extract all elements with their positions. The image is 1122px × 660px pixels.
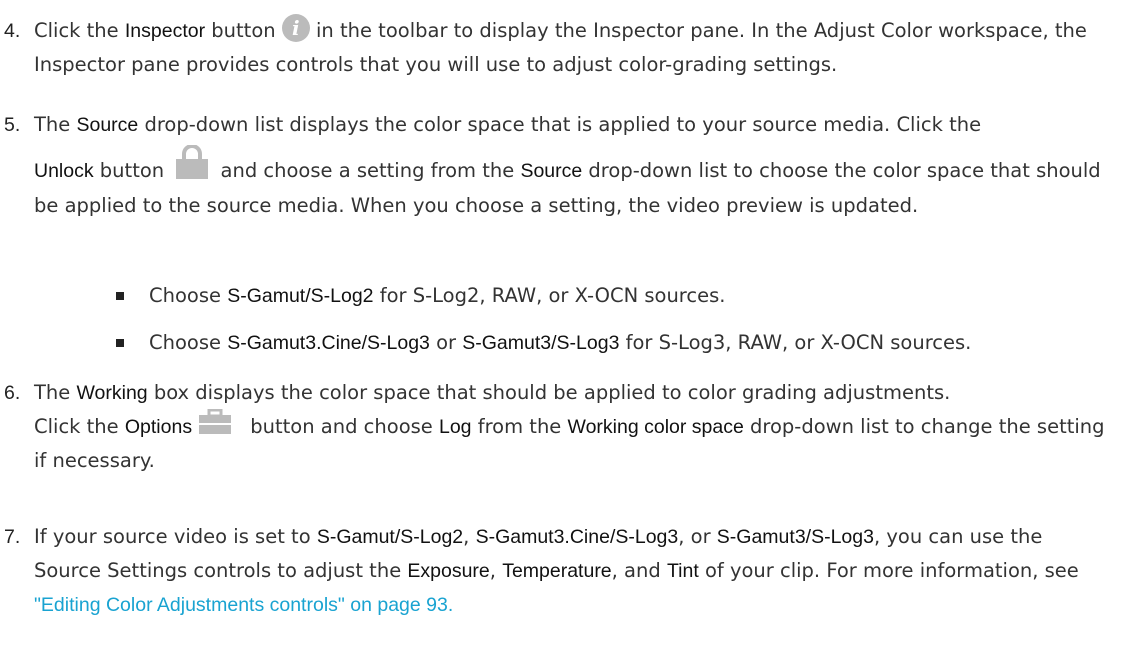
ui-term-inspector: Inspector	[124, 20, 206, 42]
ui-term-s-gamut-s-log2: S-Gamut/S-Log2	[227, 285, 374, 307]
ui-term-source: Source	[520, 160, 583, 182]
ui-term-tint: Tint	[666, 560, 699, 582]
ui-term-unlock: Unlock	[34, 160, 94, 182]
step-4: 4. Click the Inspector button i in the t…	[4, 13, 1114, 82]
info-icon: i	[281, 13, 310, 42]
document-page: 4. Click the Inspector button i in the t…	[0, 0, 1122, 660]
lock-icon	[176, 144, 209, 179]
ui-term-working-color-space: Working color space	[567, 416, 744, 438]
cross-reference-link[interactable]: "Editing Color Adjustments controls" on …	[34, 594, 453, 616]
step-number: 6.	[4, 382, 21, 404]
bullet-square	[116, 339, 124, 347]
step-5: 5. The Source drop-down list displays th…	[4, 108, 1114, 223]
bullet-item: Choose S-Gamut3.Cine/S-Log3 or S-Gamut3/…	[116, 326, 1116, 360]
bullet-item: Choose S-Gamut/S-Log2 for S-Log2, RAW, o…	[116, 279, 1116, 313]
step-text: The Source drop-down list displays the c…	[34, 113, 1101, 217]
ui-term-log: Log	[438, 416, 472, 438]
step-7: 7. If your source video is set to S-Gamu…	[4, 520, 1114, 622]
step-text: The Working box displays the color space…	[34, 381, 1105, 472]
ui-term-source: Source	[76, 114, 139, 136]
step-number: 4.	[4, 20, 21, 42]
step-text: If your source video is set to S-Gamut/S…	[34, 525, 1079, 616]
ui-term-temperature: Temperature	[502, 560, 612, 582]
ui-term-s-gamut3: S-Gamut3/S-Log3	[462, 332, 620, 354]
ui-term-working: Working	[76, 382, 148, 404]
bullet-square	[116, 292, 124, 300]
step-text: Click the Inspector button i in the tool…	[34, 13, 1087, 76]
step-6: 6. The Working box displays the color sp…	[4, 376, 1114, 478]
step-number: 5.	[4, 114, 21, 136]
ui-term-exposure: Exposure	[407, 560, 490, 582]
ui-term-options: Options	[124, 416, 193, 438]
ui-term-s-gamut3-cine: S-Gamut3.Cine/S-Log3	[227, 332, 430, 354]
toolbox-icon	[199, 408, 232, 434]
step-number: 7.	[4, 526, 21, 548]
